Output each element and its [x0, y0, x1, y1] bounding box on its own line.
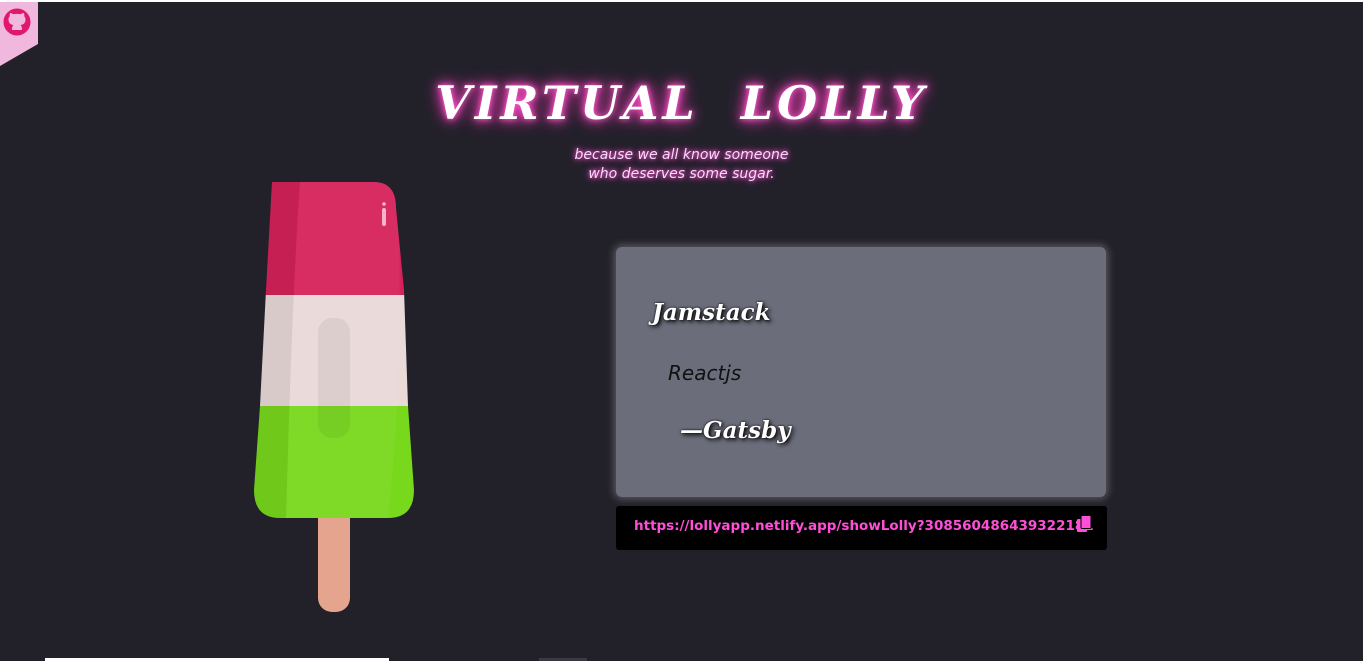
message-text: Reactjs	[668, 361, 742, 385]
message-card: Jamstack Reactjs —Gatsby	[616, 247, 1106, 497]
page-title: VIRTUAL LOLLY	[435, 76, 928, 130]
github-icon	[0, 2, 38, 66]
subtitle-line-2: who deserves some sugar.	[588, 166, 775, 182]
share-url[interactable]: https://lollyapp.netlify.app/showLolly?3…	[634, 518, 1094, 534]
sender-name: —Gatsby	[680, 417, 791, 444]
lolly-illustration	[254, 182, 414, 612]
lolly-shine	[382, 208, 386, 226]
copy-icon[interactable]	[1076, 515, 1092, 533]
page-subtitle: because we all know someone who deserves…	[0, 146, 1363, 184]
share-link-box: https://lollyapp.netlify.app/showLolly?3…	[616, 506, 1107, 550]
subtitle-line-1: because we all know someone	[574, 147, 789, 163]
github-corner-link[interactable]	[0, 2, 38, 66]
page: VIRTUAL LOLLY because we all know someon…	[0, 0, 1363, 661]
lolly-inner-stick	[318, 318, 350, 438]
recipient-name: Jamstack	[652, 299, 771, 326]
